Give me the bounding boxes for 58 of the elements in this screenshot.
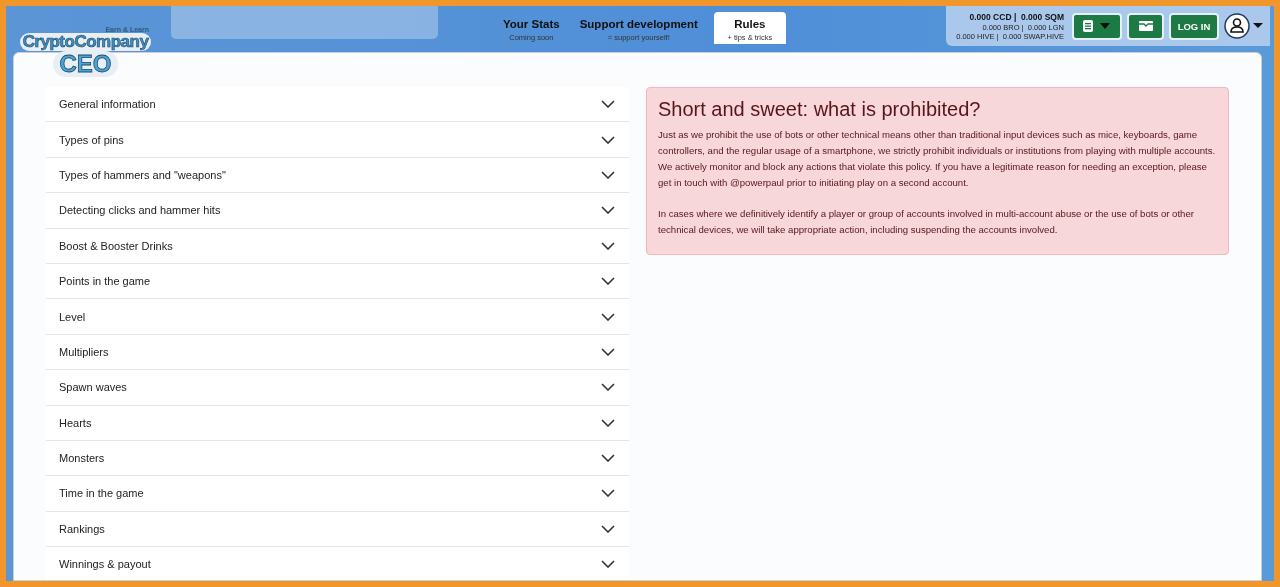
accordion-title: Boost & Booster Drinks [59,239,173,252]
login-button[interactable]: LOG IN [1169,12,1219,40]
accordion-item[interactable]: Hearts [46,405,629,441]
accordion-item[interactable]: Detecting clicks and hammer hits [46,193,629,229]
chevron-icon [601,277,615,286]
accordion-item[interactable]: Rankings [46,511,629,548]
chevron-icon [601,241,615,250]
logo-wordmark: CryptoCompany [19,33,152,51]
accordion-item[interactable]: Multipliers [46,334,629,371]
chevron-icon [601,135,615,144]
tab-label: Support development [579,18,698,30]
accordion-item[interactable]: Level [46,299,629,335]
accordion-title: Monsters [59,452,105,465]
accordion-item[interactable]: Boost & Booster Drinks [46,228,629,264]
accordion-item[interactable]: Points in the game [46,263,629,300]
alert-title: Short and sweet: what is prohibited? [658,98,982,121]
alert-paragraph: Just as we prohibit the use of bots or other technical means other than traditional input devices such as mice, keyboards, game controllers, and the regular usage of a smartphone, we strictly prohibit individuals or institutions from playing with multiple accounts. We actively monitor and block any actions that violate this policy. If you have a legitimate reason for needing an exception, please get in touch with @powerpaul prior to initiating play on a second account. [658,128,1216,190]
accordion-title: Detecting clicks and hammer hits [59,204,221,217]
chevron-icon [601,560,615,569]
accordion-title: Hearts [59,416,92,429]
accordion-title: Points in the game [59,275,151,288]
accordion-title: Types of pins [59,133,124,146]
chevron-icon [601,206,615,215]
balance-main: 0.000 CCD | 0.000 SQM [969,11,1064,23]
accordion-item[interactable]: Time in the game [46,476,629,512]
accordion-title: Winnings & payout [59,558,151,571]
accordion-title: General information [59,98,156,111]
user-caret-icon [1224,13,1264,39]
tab-label: Rules [734,18,766,30]
chevron-icon [601,100,615,109]
chevron-icon [601,383,615,392]
alert-paragraph: In cases where we definitively identify a player or group of accounts involved in multi-account abuse or the use of bots or other technical devices, we will take appropriate action, including suspending the accounts involved. [658,207,1195,237]
chevron-icon [601,170,615,179]
chevron-icon [601,454,615,463]
accordion-title: Time in the game [59,487,144,500]
accordion-item[interactable]: Types of pins [46,122,629,158]
logo-title: CEO [53,51,118,77]
accordion-title: Types of hammers and "weapons" [59,168,226,181]
list-caret-icon [1082,19,1112,33]
accordion-item[interactable]: Types of hammers and "weapons" [46,157,629,194]
accordion-item[interactable]: General information [46,87,629,123]
accordion-item[interactable]: Winnings & payout [46,547,629,580]
accordion-item[interactable]: Spawn waves [46,370,629,406]
accordion-item[interactable]: Monsters [46,440,629,477]
chevron-icon [601,347,615,356]
accordion-title: Spawn waves [59,381,127,394]
accordion-title: Level [59,310,86,323]
chevron-icon [601,418,615,427]
chevron-icon [601,489,615,498]
chevron-icon [601,312,615,321]
accordion-title: Rankings [59,522,105,535]
accordion-title: Multipliers [59,345,109,358]
tab-label: Your Stats [503,18,560,30]
chevron-icon [601,524,615,533]
menu-dropdown-button[interactable] [1072,12,1122,40]
envelope-icon [1138,21,1153,31]
wallet-button[interactable] [1127,12,1164,40]
user-menu-button[interactable] [1224,13,1264,39]
